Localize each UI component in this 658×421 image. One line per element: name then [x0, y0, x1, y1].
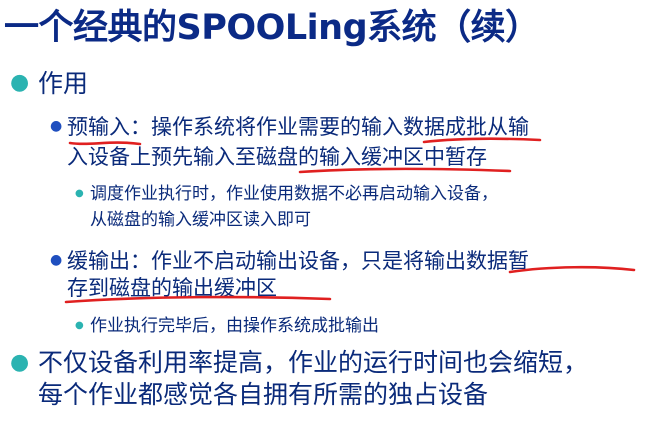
- underline-shu-ru-shu-ju: [422, 137, 542, 144]
- underline-yu-shu-ru: [68, 141, 142, 146]
- red-underline-annotations: [64, 137, 636, 304]
- underline-ci-pan-huan-chong-qu: [298, 167, 512, 174]
- underline-shu-chu-shu-ju: [508, 265, 636, 274]
- underline-cun-dao-ci-pan: [64, 295, 332, 304]
